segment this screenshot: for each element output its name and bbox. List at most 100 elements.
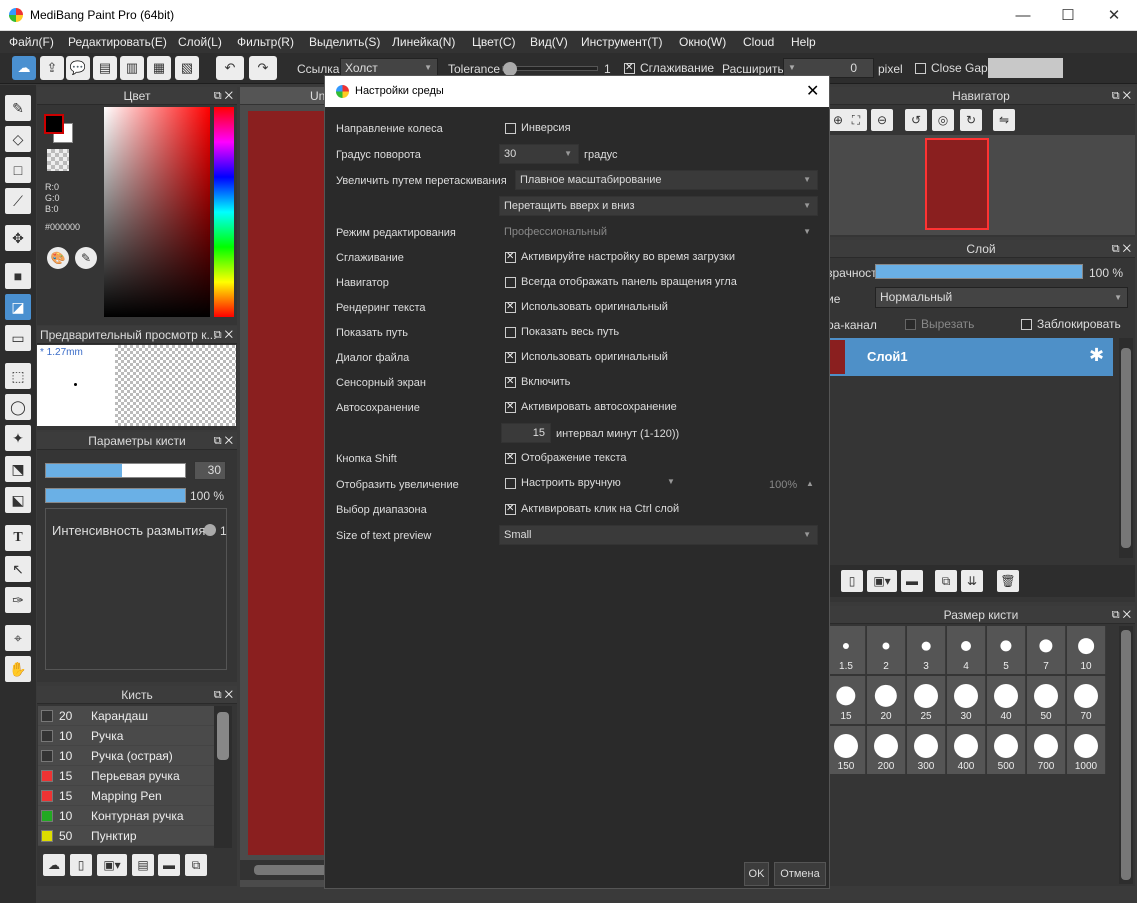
brush-list-item[interactable]: 10 Ручка (острая) <box>38 746 214 766</box>
brush-list-item[interactable]: 50 Пунктир <box>38 826 214 846</box>
navigator-checkbox[interactable]: Всегда отображать панель вращения угла <box>505 276 737 288</box>
panel-close-icon[interactable]: ⧉ ✕ <box>214 326 233 344</box>
grid-edit-icon[interactable]: ▧ <box>175 56 199 80</box>
panel-close-icon[interactable]: ⧉ ✕ <box>214 87 233 105</box>
brush-size-cell[interactable]: 25 <box>907 676 946 724</box>
hand-tool-icon[interactable]: ✋ <box>5 656 31 682</box>
panel-close-icon[interactable]: ⧉ ✕ <box>1112 87 1131 105</box>
eyedropper-tool-icon[interactable]: ⌖ <box>5 625 31 651</box>
drag-zoom-select[interactable]: Плавное масштабирование ▼ <box>515 170 818 190</box>
brush-settings-icon[interactable]: ▤ <box>132 854 154 876</box>
eraser-tool-icon[interactable]: ◇ <box>5 126 31 152</box>
brush-size-cell[interactable]: 500 <box>987 726 1026 774</box>
drag-direction-select[interactable]: Перетащить вверх и вниз ▼ <box>499 196 818 216</box>
brush-size-cell[interactable]: 5 <box>987 626 1026 674</box>
brush-list-scrollbar[interactable] <box>214 706 232 848</box>
brush-size-cell[interactable]: 700 <box>1027 726 1066 774</box>
line-tool-icon[interactable]: ⟋ <box>5 188 31 214</box>
brush-size-cell[interactable]: 7 <box>1027 626 1066 674</box>
menu-select[interactable]: Выделить(S) <box>309 35 380 49</box>
text-preview-select[interactable]: Small ▼ <box>499 525 818 545</box>
redo-icon[interactable]: ↷ <box>249 56 277 80</box>
brush-size-cell[interactable]: 150 <box>827 726 866 774</box>
fill-rect-tool-icon[interactable]: ■ <box>5 263 31 289</box>
close-icon[interactable]: ✕ <box>1091 0 1137 31</box>
lasso-tool-icon[interactable]: ◯ <box>5 394 31 420</box>
merge-layer-icon[interactable]: ⇊ <box>961 570 983 592</box>
undo-icon[interactable]: ↶ <box>216 56 244 80</box>
menu-ruler[interactable]: Линейка(N) <box>392 35 455 49</box>
brush-size-cell[interactable]: 3 <box>907 626 946 674</box>
canvas-surface[interactable] <box>248 111 328 855</box>
navigator-viewport[interactable] <box>925 138 989 230</box>
show-path-checkbox[interactable]: Показать весь путь <box>505 326 619 338</box>
menu-filter[interactable]: Фильтр(R) <box>237 35 294 49</box>
brush-list-item[interactable]: 10 Контурная ручка <box>38 806 214 826</box>
foreground-color-swatch[interactable] <box>44 114 64 134</box>
layer-scrollbar[interactable] <box>1119 338 1133 558</box>
autosave-checkbox[interactable]: Активировать автосохранение <box>505 401 677 413</box>
brush-size-cell[interactable]: 10 <box>1067 626 1106 674</box>
duplicate-brush-icon[interactable]: ⧉ <box>185 854 207 876</box>
layer-row[interactable]: Слой1 ✱ <box>827 338 1113 376</box>
menu-color[interactable]: Цвет(C) <box>472 35 516 49</box>
menu-help[interactable]: Help <box>791 35 816 49</box>
cloud-icon[interactable]: ☁ <box>12 56 36 80</box>
brush-size-scrollbar[interactable] <box>1119 626 1133 884</box>
saturation-value-picker[interactable] <box>104 107 210 317</box>
menu-edit[interactable]: Редактировать(E) <box>68 35 167 49</box>
canvas-hscroll[interactable] <box>240 860 328 880</box>
text-render-checkbox[interactable]: Использовать оригинальный <box>505 301 668 313</box>
minimize-icon[interactable]: — <box>1000 0 1046 31</box>
layer-folder-icon[interactable]: ▬ <box>901 570 923 592</box>
blend-mode-select[interactable]: Нормальный ▼ <box>875 287 1128 308</box>
palette-icon[interactable]: 🎨 <box>47 247 69 269</box>
brush-folder-icon[interactable]: ▬ <box>158 854 180 876</box>
brush-size-cell[interactable]: 400 <box>947 726 986 774</box>
select-eraser-tool-icon[interactable]: ⬕ <box>5 487 31 513</box>
panel-close-icon[interactable]: ⧉ ✕ <box>214 432 233 450</box>
autosave-interval-input[interactable]: 15 <box>501 423 551 443</box>
panel-close-icon[interactable]: ⧉ ✕ <box>214 686 233 704</box>
touch-checkbox[interactable]: Включить <box>505 376 570 388</box>
navigator-view[interactable] <box>827 135 1135 235</box>
smoothing-checkbox[interactable]: Активируйте настройку во время загрузки <box>505 251 735 263</box>
brush-size-cell[interactable]: 30 <box>947 676 986 724</box>
transparent-swatch-icon[interactable] <box>47 149 69 171</box>
flip-icon[interactable]: ⇋ <box>993 109 1015 131</box>
clip-checkbox[interactable]: Вырезать <box>905 317 974 331</box>
brush-size-cell[interactable]: 70 <box>1067 676 1106 724</box>
wheel-invert-checkbox[interactable]: Инверсия <box>505 122 571 134</box>
new-layer-icon[interactable]: ▯ <box>841 570 863 592</box>
brush-size-cell[interactable]: 2 <box>867 626 906 674</box>
brush-size-input[interactable]: 30 <box>194 461 226 480</box>
menu-file[interactable]: Файл(F) <box>9 35 54 49</box>
delete-layer-icon[interactable]: 🗑 <box>997 570 1019 592</box>
zoom-display-dropdown-icon[interactable]: ▼ <box>667 477 675 486</box>
brush-size-cell[interactable]: 15 <box>827 676 866 724</box>
text-tool-icon[interactable]: T <box>5 525 31 551</box>
edit-mode-select[interactable]: Профессиональный ▼ <box>499 222 818 242</box>
magic-wand-tool-icon[interactable]: ✦ <box>5 425 31 451</box>
menu-window[interactable]: Окно(W) <box>679 35 726 49</box>
blur-knob-icon[interactable] <box>204 524 216 536</box>
menu-cloud[interactable]: Cloud <box>743 35 774 49</box>
rotate-left-icon[interactable]: ↺ <box>905 109 927 131</box>
file-dialog-checkbox[interactable]: Использовать оригинальный <box>505 351 668 363</box>
select-pen-tool-icon[interactable]: ⬔ <box>5 456 31 482</box>
dialog-close-icon[interactable]: ✕ <box>806 81 819 101</box>
brush-list-item[interactable]: 15 Mapping Pen <box>38 786 214 806</box>
brush-list-item[interactable]: 10 Ручка <box>38 726 214 746</box>
brush-size-slider[interactable] <box>45 463 186 478</box>
select-rect-tool-icon[interactable]: ⬚ <box>5 363 31 389</box>
hue-slider[interactable] <box>214 107 234 317</box>
brush-opacity-slider[interactable] <box>45 488 186 503</box>
brush-size-cell[interactable]: 1.5 <box>827 626 866 674</box>
page-settings-icon[interactable]: ▦ <box>147 56 171 80</box>
smooth-checkbox[interactable]: Сглаживание <box>624 61 714 75</box>
bucket-tool-icon[interactable]: ◪ <box>5 294 31 320</box>
speech-bubble-icon[interactable]: 💬 <box>66 56 90 80</box>
ok-button[interactable]: OK <box>744 862 769 886</box>
range-checkbox[interactable]: Активировать клик на Ctrl слой <box>505 503 679 515</box>
brush-size-cell[interactable]: 300 <box>907 726 946 774</box>
